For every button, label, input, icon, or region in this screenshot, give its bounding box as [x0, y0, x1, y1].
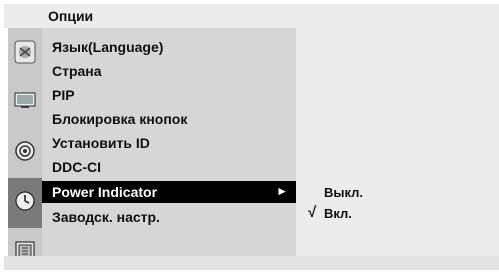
submenu-panel: Выкл. √ Вкл.	[296, 28, 499, 256]
menu-item-label: PIP	[52, 87, 75, 103]
menu-item-label: Power Indicator	[52, 184, 158, 200]
category-options[interactable]	[8, 178, 42, 228]
category-timer[interactable]	[8, 128, 42, 178]
category-picture[interactable]	[8, 28, 42, 78]
menu-item-power-indicator[interactable]: Power Indicator ►	[42, 181, 296, 203]
category-lock[interactable]	[8, 228, 42, 278]
menu-item-pip[interactable]: PIP	[42, 84, 296, 106]
submenu-option-off[interactable]: Выкл.	[324, 185, 363, 200]
menu-list: Язык(Language) Страна PIP Блокировка кно…	[42, 28, 296, 256]
menu-item-label: DDC-CI	[52, 159, 101, 175]
picture-icon	[14, 40, 36, 64]
menu-item-country[interactable]: Страна	[42, 60, 296, 82]
submenu-option-on[interactable]: Вкл.	[324, 206, 352, 221]
audio-icon	[14, 92, 36, 108]
timer-icon	[15, 141, 35, 161]
category-audio[interactable]	[8, 78, 42, 128]
check-icon: √	[308, 204, 317, 221]
menu-item-ddc-ci[interactable]: DDC-CI	[42, 156, 296, 178]
menu-item-language[interactable]: Язык(Language)	[42, 36, 296, 58]
footer-bar	[4, 256, 499, 270]
options-menu-window: Опции Язык(Language) Страна PIP Блокиров…	[4, 4, 499, 270]
menu-item-label: Блокировка кнопок	[52, 111, 188, 127]
menu-item-label: Язык(Language)	[52, 39, 164, 55]
menu-item-set-id[interactable]: Установить ID	[42, 132, 296, 154]
title-bar: Опции	[4, 4, 499, 28]
menu-title: Опции	[48, 8, 94, 24]
menu-item-label: Установить ID	[52, 135, 150, 151]
arrow-right-icon: ►	[276, 184, 288, 198]
menu-item-label: Страна	[52, 63, 102, 79]
options-icon	[15, 191, 35, 211]
menu-item-label: Заводск. настр.	[52, 209, 160, 225]
menu-item-key-lock[interactable]: Блокировка кнопок	[42, 108, 296, 130]
menu-item-factory-reset[interactable]: Заводск. настр.	[42, 206, 296, 228]
category-icon-column	[8, 28, 42, 261]
